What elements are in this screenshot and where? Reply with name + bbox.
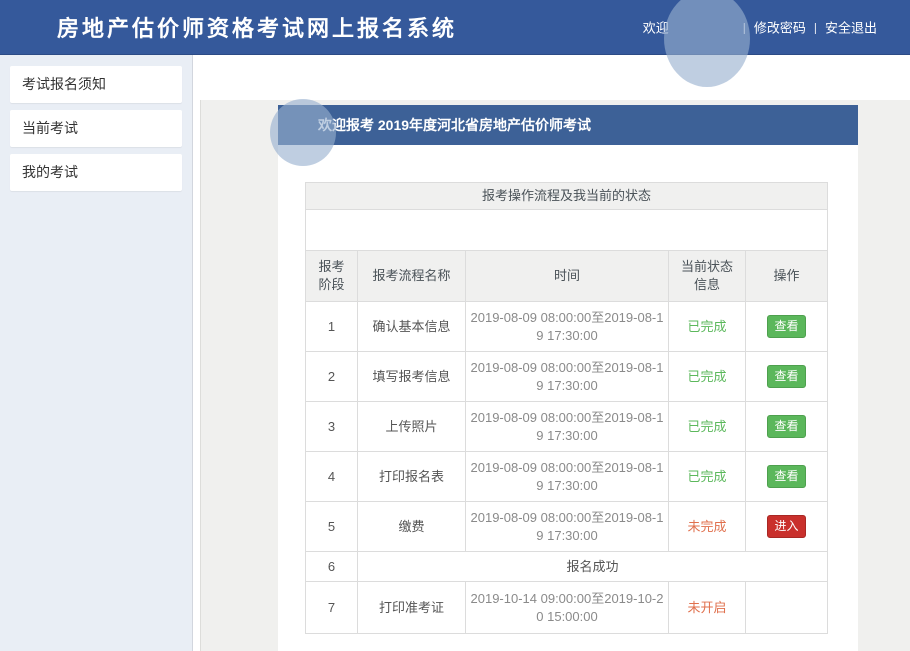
table-title: 报考操作流程及我当前的状态 [306,183,828,210]
table-title-row: 报考操作流程及我当前的状态 [306,183,828,210]
process-name-cell: 缴费 [358,502,466,552]
stage-cell: 7 [306,582,358,634]
column-header-status: 当前状态信息 [669,251,746,302]
table-row: 3 上传照片 2019-08-09 08:00:00至2019-08-19 17… [306,402,828,452]
separator: | [814,20,817,34]
content-card: 报考操作流程及我当前的状态 报考阶段 报考流程名称 时间 当前状态信息 操作 1… [278,145,858,651]
stage-cell: 1 [306,302,358,352]
process-name-cell: 打印报名表 [358,452,466,502]
status-cell: 已完成 [669,302,746,352]
stage-cell: 3 [306,402,358,452]
table-row: 4 打印报名表 2019-08-09 08:00:00至2019-08-19 1… [306,452,828,502]
sidebar-item-current-exam[interactable]: 当前考试 [10,110,182,147]
stage-cell: 2 [306,352,358,402]
column-header-process: 报考流程名称 [358,251,466,302]
sidebar: 考试报名须知 当前考试 我的考试 [0,55,193,651]
time-cell: 2019-10-14 09:00:00至2019-10-20 15:00:00 [466,582,669,634]
time-cell: 2019-08-09 08:00:00至2019-08-19 17:30:00 [466,402,669,452]
stage-cell: 4 [306,452,358,502]
table-spacer-row [306,210,828,251]
table-row: 2 填写报考信息 2019-08-09 08:00:00至2019-08-19 … [306,352,828,402]
process-name-cell: 确认基本信息 [358,302,466,352]
action-cell: 查看 [746,352,828,402]
action-cell: 查看 [746,302,828,352]
privacy-blur-overlay [270,99,336,166]
merged-success-cell: 报名成功 [358,552,828,582]
logout-link[interactable]: 安全退出 [825,18,877,37]
action-cell [746,582,828,634]
time-cell: 2019-08-09 08:00:00至2019-08-19 17:30:00 [466,302,669,352]
status-cell: 已完成 [669,352,746,402]
sidebar-item-my-exam[interactable]: 我的考试 [10,154,182,191]
process-name-cell: 填写报考信息 [358,352,466,402]
app-title: 房地产估价师资格考试网上报名系统 [57,11,457,43]
process-name-cell: 打印准考证 [358,582,466,634]
action-cell: 进入 [746,502,828,552]
view-button[interactable]: 查看 [767,315,805,337]
column-header-action: 操作 [746,251,828,302]
welcome-banner: 欢迎报考 2019年度河北省房地产估价师考试 [278,105,858,145]
stage-cell: 6 [306,552,358,582]
time-cell: 2019-08-09 08:00:00至2019-08-19 17:30:00 [466,502,669,552]
table-header-row: 报考阶段 报考流程名称 时间 当前状态信息 操作 [306,251,828,302]
time-cell: 2019-08-09 08:00:00至2019-08-19 17:30:00 [466,352,669,402]
view-button[interactable]: 查看 [767,415,805,437]
table-row: 5 缴费 2019-08-09 08:00:00至2019-08-19 17:3… [306,502,828,552]
time-cell: 2019-08-09 08:00:00至2019-08-19 17:30:00 [466,452,669,502]
table-row: 7 打印准考证 2019-10-14 09:00:00至2019-10-20 1… [306,582,828,634]
spacer-cell [306,210,828,251]
view-button[interactable]: 查看 [767,365,805,387]
table-row: 6 报名成功 [306,552,828,582]
status-cell: 已完成 [669,402,746,452]
column-header-time: 时间 [466,251,669,302]
action-cell: 查看 [746,452,828,502]
status-cell: 未开启 [669,582,746,634]
view-button[interactable]: 查看 [767,465,805,487]
table-row: 1 确认基本信息 2019-08-09 08:00:00至2019-08-19 … [306,302,828,352]
change-password-link[interactable]: 修改密码 [754,18,806,37]
pay-enter-button[interactable]: 进入 [767,515,805,537]
process-status-table: 报考操作流程及我当前的状态 报考阶段 报考流程名称 时间 当前状态信息 操作 1… [305,182,828,634]
status-cell: 未完成 [669,502,746,552]
process-name-cell: 上传照片 [358,402,466,452]
stage-cell: 5 [306,502,358,552]
action-cell: 查看 [746,402,828,452]
column-header-stage: 报考阶段 [306,251,358,302]
status-cell: 已完成 [669,452,746,502]
app-header: 房地产估价师资格考试网上报名系统 欢迎 | 修改密码 | 安全退出 [0,0,910,55]
sidebar-item-exam-notice[interactable]: 考试报名须知 [10,66,182,103]
